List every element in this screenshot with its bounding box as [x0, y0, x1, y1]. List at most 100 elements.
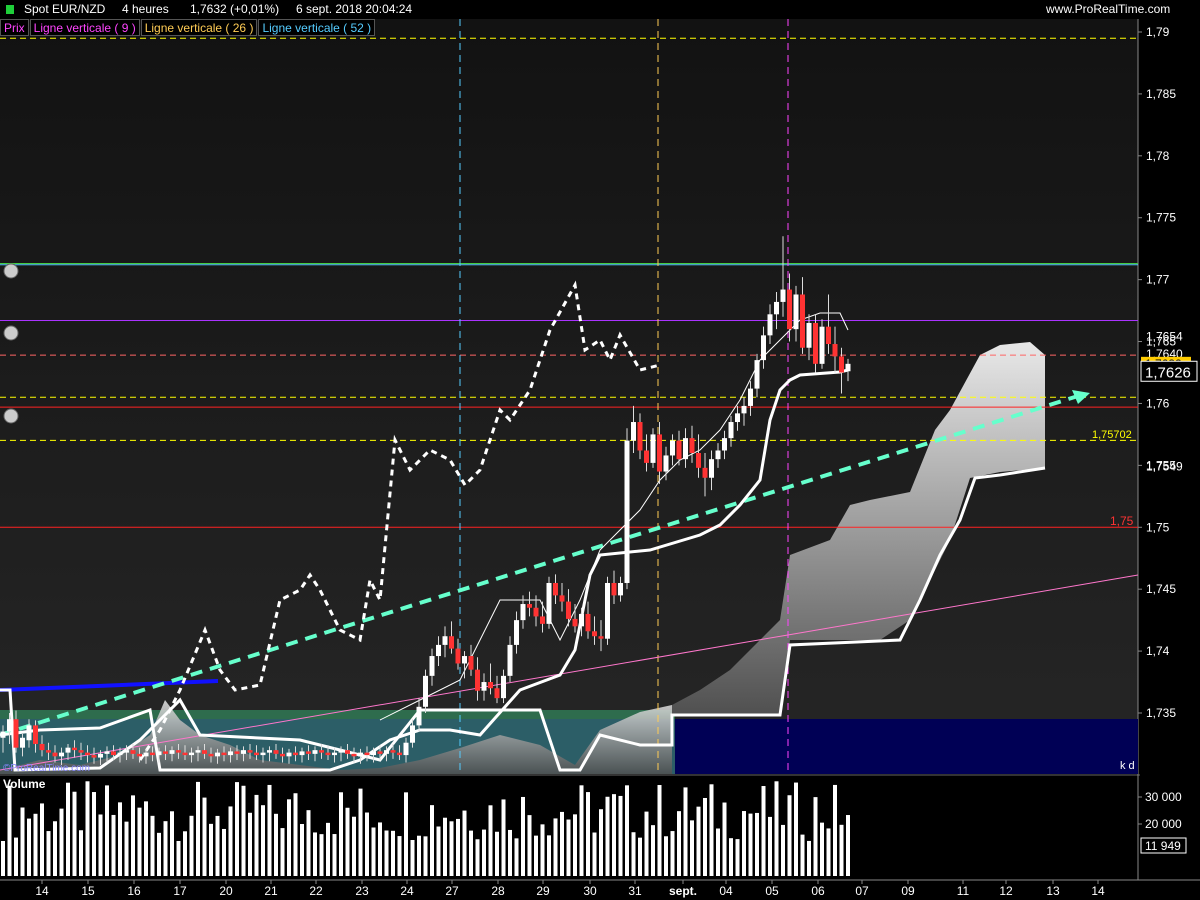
volume-bar	[371, 827, 376, 876]
volume-bar	[378, 822, 382, 876]
volume-bar	[215, 815, 220, 876]
candle-body	[793, 294, 799, 330]
volume-bar	[170, 811, 174, 876]
candle-body	[299, 751, 305, 756]
volume-bar	[638, 837, 642, 876]
candle-body	[715, 450, 721, 460]
volume-bar	[748, 813, 753, 876]
candle-body	[514, 620, 519, 645]
candle-body	[260, 752, 266, 756]
annotation-75702: 1,75702	[1092, 429, 1132, 441]
candle-body	[618, 582, 623, 596]
candle-body	[436, 644, 441, 657]
volume-bar	[631, 832, 636, 876]
candle-body	[735, 413, 740, 423]
volume-bar	[20, 807, 25, 876]
price-label: 1,7549	[1146, 460, 1183, 474]
candle-body	[449, 636, 454, 649]
candle-body	[189, 752, 194, 756]
candle-body	[267, 750, 272, 753]
time-tick-label: 21	[264, 884, 278, 898]
volume-bar	[794, 782, 798, 876]
legend-item-vline-26[interactable]: Ligne verticale ( 26 )	[140, 19, 258, 36]
candle-body	[566, 601, 571, 619]
volume-bar	[449, 821, 454, 876]
candle-body	[358, 752, 363, 757]
candle-body	[533, 607, 539, 617]
price-tick-label: 1,735	[1146, 706, 1176, 720]
volume-last-label: 11 949	[1145, 839, 1181, 853]
legend-item-prix[interactable]: Prix	[0, 19, 29, 36]
price-tick-label: 1,74	[1146, 644, 1170, 658]
price-tick-label: 1,78	[1146, 149, 1170, 163]
volume-bar	[514, 838, 519, 876]
volume-bar	[124, 821, 129, 876]
candle-body	[494, 688, 500, 699]
candle-body	[800, 294, 805, 348]
volume-bar	[846, 815, 850, 876]
candle-body	[130, 750, 136, 754]
volume-bar	[397, 836, 402, 876]
volume-bar	[313, 832, 317, 876]
volume-bar	[404, 792, 408, 876]
volume-bar	[560, 811, 564, 876]
volume-bar	[66, 782, 70, 876]
candle-body	[553, 582, 558, 596]
volume-bar	[332, 834, 337, 876]
volume-bar	[501, 799, 506, 876]
candle-body	[676, 440, 682, 460]
legend-item-vline-52[interactable]: Ligne verticale ( 52 )	[258, 19, 376, 36]
candle-body	[442, 636, 448, 645]
candle-body	[286, 752, 292, 757]
volume-bar	[131, 795, 135, 876]
candle-body	[0, 731, 6, 738]
candle-body	[637, 422, 643, 451]
volume-bar	[644, 811, 649, 876]
time-tick-label: 31	[628, 884, 642, 898]
candle-body	[293, 752, 298, 756]
volume-bar	[319, 834, 324, 876]
candle-body	[670, 440, 675, 456]
volume-bar	[79, 830, 83, 876]
time-tick-label: 30	[583, 884, 597, 898]
volume-bar	[306, 810, 311, 876]
watermark: ©ProRealTime.com	[3, 763, 90, 774]
candle-body	[390, 750, 396, 753]
volume-bar	[709, 784, 714, 876]
volume-bar	[742, 811, 746, 876]
volume-bar	[391, 830, 395, 876]
candle-body	[345, 750, 350, 754]
volume-bar	[7, 785, 12, 876]
volume-bar	[664, 836, 668, 876]
volume-bar	[384, 830, 389, 876]
candle-body	[117, 752, 123, 756]
price-label: 1,7654	[1146, 330, 1183, 344]
candle-body	[85, 752, 90, 756]
price-chart[interactable]: 1,791,7851,781,7751,771,7651,761,7551,75…	[0, 0, 1200, 900]
candle-body	[559, 595, 565, 602]
volume-bar	[573, 814, 577, 876]
volume-bar	[820, 822, 824, 876]
time-tick-label: 27	[445, 884, 459, 898]
volume-bar	[118, 802, 122, 876]
candle-body	[371, 751, 376, 756]
volume-bar	[813, 797, 818, 876]
alert-bell-icon	[3, 325, 19, 341]
volume-bar	[365, 812, 369, 876]
alert-bell-icon	[3, 408, 19, 424]
candle-body	[540, 616, 545, 624]
price-label: 1,7626	[1145, 364, 1191, 381]
time-tick-label: 17	[173, 884, 187, 898]
time-tick-label: 05	[765, 884, 779, 898]
legend-item-vline-9[interactable]: Ligne verticale ( 9 )	[29, 19, 140, 36]
candle-body	[33, 725, 38, 744]
candle-body	[826, 326, 831, 345]
volume-bar	[534, 835, 538, 876]
candle-body	[741, 405, 747, 414]
volume-bar	[14, 837, 18, 876]
candle-body	[819, 326, 825, 364]
candle-body	[592, 631, 597, 637]
time-tick-label: 14	[35, 884, 49, 898]
candle-body	[364, 752, 370, 756]
candle-body	[624, 440, 630, 583]
